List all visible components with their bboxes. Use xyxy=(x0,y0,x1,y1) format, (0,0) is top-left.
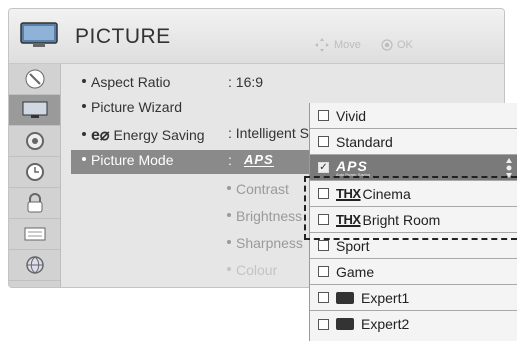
option-expert1[interactable]: Expert1 xyxy=(310,285,517,311)
satellite-dish-icon xyxy=(25,69,44,89)
menu-item-energy-saving[interactable]: e⌀ Energy Saving xyxy=(82,125,205,145)
checkbox-checked[interactable]: ✓ xyxy=(318,162,329,173)
option-game[interactable]: Game xyxy=(310,259,517,285)
checkbox[interactable] xyxy=(318,110,329,121)
checkbox[interactable] xyxy=(318,136,329,147)
menu-item-label: Picture Mode xyxy=(91,152,174,168)
option-aps[interactable]: ✓ APS Auto Power Saving xyxy=(310,155,517,181)
ok-button-icon xyxy=(381,39,393,51)
menu-item-picture-mode[interactable]: Picture Mode xyxy=(82,152,173,168)
sidebar-item-setup[interactable] xyxy=(9,64,60,95)
checkbox[interactable] xyxy=(318,240,329,251)
menu-item-label: Aspect Ratio xyxy=(91,74,171,90)
lock-icon xyxy=(27,193,42,213)
picture-mode-value: : xyxy=(228,152,232,168)
sidebar-item-picture[interactable] xyxy=(9,95,60,126)
ok-hint-label: OK xyxy=(397,39,413,51)
picture-mode-dropdown: Vivid Standard ✓ APS Auto Power Saving T… xyxy=(309,103,517,341)
aps-logo-icon: APS Auto Power Saving xyxy=(336,157,371,177)
sidebar-item-network[interactable] xyxy=(9,250,60,281)
energy-saving-value: : Intelligent Se xyxy=(228,125,317,141)
sidebar-item-lock[interactable] xyxy=(9,188,60,219)
sub-item-sharpness: Sharpness xyxy=(227,235,303,251)
aspect-ratio-value: : 16:9 xyxy=(228,74,264,90)
thx-logo: THX xyxy=(336,212,361,227)
sidebar-item-option[interactable] xyxy=(9,219,60,250)
eco-icon: e⌀ xyxy=(91,127,110,144)
move-hint-label: Move xyxy=(334,39,361,51)
category-sidebar xyxy=(9,64,61,287)
menu-item-picture-wizard[interactable]: Picture Wizard xyxy=(82,99,182,115)
clock-icon xyxy=(25,163,44,181)
keyboard-icon xyxy=(24,227,45,241)
option-sport[interactable]: Sport xyxy=(310,233,517,259)
tv-icon xyxy=(20,22,58,47)
navigate-arrows-icon xyxy=(315,38,329,52)
checkbox[interactable] xyxy=(318,188,329,199)
option-thx-cinema[interactable]: THX Cinema xyxy=(310,181,517,207)
aps-logo-icon: APS xyxy=(244,152,274,167)
sub-item-colour: Colour xyxy=(227,262,277,278)
scroll-arrows-icon xyxy=(506,157,512,178)
sub-item-contrast: Contrast xyxy=(227,181,289,197)
page-title: PICTURE xyxy=(75,25,171,48)
speaker-icon xyxy=(25,132,44,150)
isf-icon xyxy=(336,291,354,304)
sub-item-brightness: Brightness xyxy=(227,208,302,224)
checkbox[interactable] xyxy=(318,214,329,225)
menu-item-label: Picture Wizard xyxy=(91,99,183,115)
isf-icon xyxy=(336,318,354,330)
option-thx-bright-room[interactable]: THX Bright Room xyxy=(310,207,517,233)
menu-item-aspect-ratio[interactable]: Aspect Ratio xyxy=(82,74,170,90)
globe-icon xyxy=(25,256,44,274)
option-standard[interactable]: Standard xyxy=(310,129,517,155)
menu-header: PICTURE Move OK xyxy=(9,9,504,64)
checkbox[interactable] xyxy=(318,292,329,303)
checkbox[interactable] xyxy=(318,318,329,330)
checkbox[interactable] xyxy=(318,266,329,277)
menu-item-label: Energy Saving xyxy=(113,127,205,143)
tv-screen-icon xyxy=(22,101,47,118)
sidebar-item-time[interactable] xyxy=(9,157,60,188)
sidebar-item-audio[interactable] xyxy=(9,126,60,157)
thx-logo: THX xyxy=(336,186,361,201)
option-vivid[interactable]: Vivid xyxy=(310,103,517,129)
option-expert2[interactable]: Expert2 xyxy=(310,311,517,337)
